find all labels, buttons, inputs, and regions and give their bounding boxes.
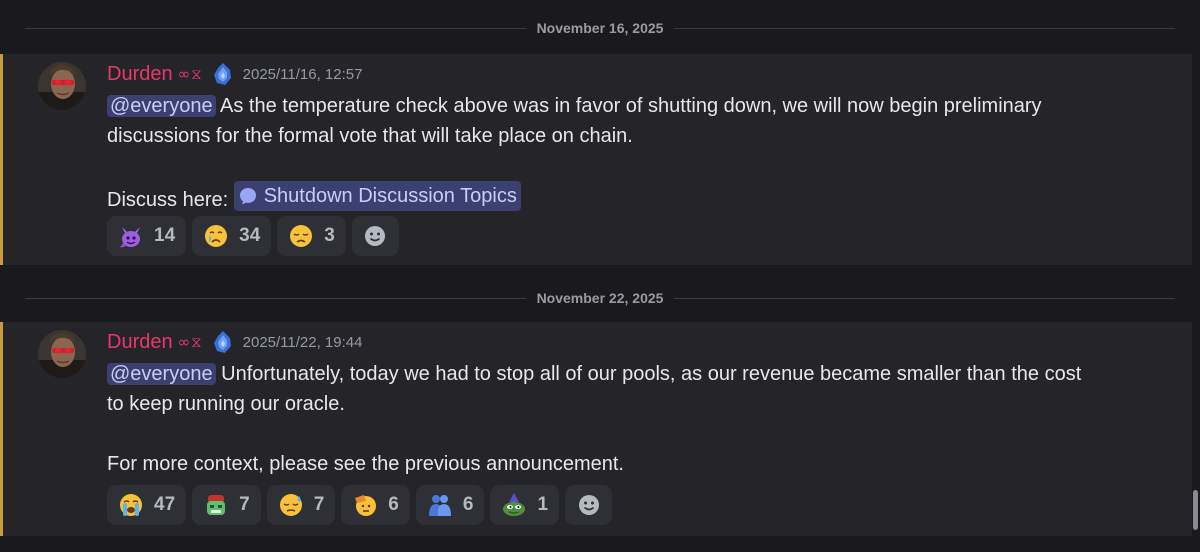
reaction[interactable]: 7	[266, 485, 336, 525]
blue-flame-role-icon[interactable]	[211, 62, 235, 86]
pepe-wizard-emoji-icon	[503, 493, 526, 516]
purple-devil-emoji-icon	[119, 227, 140, 248]
smiley-add-icon	[578, 495, 599, 515]
smiley-add-icon	[365, 226, 386, 246]
message-content: @everyone As the temperature check above…	[107, 91, 1162, 215]
author-name[interactable]: Durden	[107, 63, 173, 86]
date-divider: November 16, 2025	[25, 20, 1175, 36]
date-divider: November 22, 2025	[25, 290, 1175, 306]
message-header: Durden ∞⧖ 2025/11/16, 12:57	[107, 61, 362, 87]
saluting-face-icon	[355, 495, 377, 516]
thread-bubble-icon	[239, 188, 256, 205]
people-hugging-icon	[428, 495, 451, 516]
message-text: Discuss here:	[107, 189, 234, 211]
reaction[interactable]: 6	[341, 485, 410, 525]
message-text: As the temperature check above was in fa…	[215, 95, 1042, 117]
message-header: Durden ∞⧖ 2025/11/22, 19:44	[107, 329, 362, 355]
reaction-count: 34	[239, 225, 261, 246]
reaction[interactable]: 3	[277, 216, 346, 256]
zombie-emoji-icon	[207, 495, 226, 515]
scrollbar-thumb[interactable]	[1193, 490, 1198, 530]
date-divider-label: November 22, 2025	[526, 290, 674, 306]
reaction-bar: 47 7 7 6 6 1	[107, 485, 613, 525]
timestamp: 2025/11/22, 19:44	[242, 333, 363, 351]
disappointed-face-icon	[290, 225, 313, 247]
message-text: to keep running our oracle.	[107, 393, 345, 415]
reaction-count: 14	[154, 225, 176, 246]
reaction[interactable]: 34	[192, 216, 272, 256]
add-reaction-button[interactable]	[351, 216, 399, 256]
message-content: @everyone Unfortunately, today we had to…	[107, 359, 1162, 479]
everyone-mention[interactable]: @everyone	[107, 95, 216, 117]
reaction-count: 6	[462, 494, 474, 515]
reaction[interactable]: 6	[415, 485, 485, 525]
author-badge: ∞⧖	[177, 333, 203, 351]
timestamp: 2025/11/16, 12:57	[242, 65, 363, 83]
message[interactable]: Durden ∞⧖ 2025/11/22, 19:44 @everyone Un…	[0, 322, 1192, 536]
reaction[interactable]: 14	[107, 216, 187, 256]
reaction-count: 47	[154, 494, 176, 515]
reaction[interactable]: 47	[107, 485, 187, 525]
blue-flame-role-icon[interactable]	[211, 330, 235, 354]
author-name[interactable]: Durden	[107, 331, 173, 354]
message-text: For more context, please see the previou…	[107, 453, 624, 475]
reaction[interactable]: 1	[490, 485, 560, 525]
crying-face-icon	[205, 225, 228, 247]
message-text: Unfortunately, today we had to stop all …	[215, 363, 1082, 385]
loudly-crying-face-icon	[120, 494, 142, 516]
message[interactable]: Durden ∞⧖ 2025/11/16, 12:57 @everyone As…	[0, 54, 1192, 265]
reaction-count: 3	[324, 225, 335, 246]
sad-relieved-face-icon	[279, 494, 302, 516]
avatar[interactable]	[38, 330, 86, 378]
avatar[interactable]	[38, 62, 86, 110]
reaction-count: 7	[313, 494, 325, 515]
reaction[interactable]: 7	[192, 485, 261, 525]
add-reaction-button[interactable]	[565, 485, 613, 525]
author-badge: ∞⧖	[177, 65, 203, 83]
message-text: discussions for the formal vote that wil…	[107, 125, 633, 147]
date-divider-label: November 16, 2025	[526, 20, 674, 36]
reaction-count: 6	[388, 494, 399, 515]
channel-link[interactable]: Shutdown Discussion Topics	[233, 181, 521, 211]
reaction-count: 1	[537, 494, 549, 515]
reaction-bar: 14 34 3	[107, 216, 399, 256]
everyone-mention[interactable]: @everyone	[107, 363, 216, 385]
reaction-count: 7	[239, 494, 250, 515]
